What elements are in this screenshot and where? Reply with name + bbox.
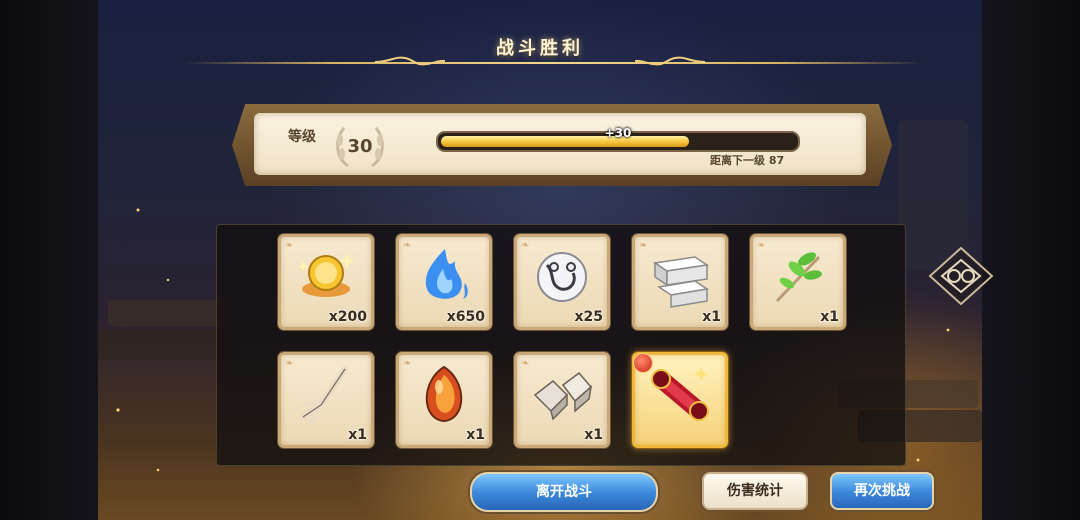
xp-to-next-level: 距离下一级 87 [710,154,785,167]
reward-item-stone-shards[interactable]: ❧ x1 [514,352,610,448]
amber-seed-icon [425,365,463,423]
reward-quantity: x1 [466,427,485,443]
reward-item-crystal-orb[interactable]: ❧ x25 [514,234,610,330]
title-ornament-left [375,56,445,66]
reward-quantity: x25 [574,309,603,325]
page-title: 战斗胜利 [496,38,584,59]
next-arrow-icon[interactable] [926,244,996,308]
retry-challenge-button[interactable]: 再次挑战 [830,472,934,510]
reward-item-blue-flame[interactable]: ❧ x650 [396,234,492,330]
red-scroll-icon [651,367,709,421]
reward-item-gold-coins[interactable]: ❧ x200 [278,234,374,330]
level-label: 等级 [288,129,316,145]
reward-quantity: x1 [702,309,721,325]
blue-flame-icon [425,249,468,299]
level-value: 30 [347,136,373,157]
right-letterbox [982,0,1080,520]
xp-gain-label: +30 [604,126,632,140]
reward-quantity: x650 [446,309,485,325]
crystal-orb-icon [537,252,587,302]
herb-sprig-icon [775,252,822,303]
root-branch-icon [300,366,348,423]
gold-coin-icon [297,253,355,297]
reward-item-herb-sprig[interactable]: ❧ x1 [750,234,846,330]
reward-item-red-scroll[interactable] [632,352,728,448]
reward-item-stone-bricks[interactable]: ❧ x1 [632,234,728,330]
reward-item-amber-seed[interactable]: ❧ x1 [396,352,492,448]
damage-stats-button[interactable]: 伤害统计 [702,472,808,510]
title-ornament-right [635,56,705,66]
stone-shard-icon [533,371,593,421]
leave-battle-button[interactable]: 离开战斗 [470,472,658,512]
reward-item-root-branch[interactable]: ❧ x1 [278,352,374,448]
reward-quantity: x1 [584,427,603,443]
reward-quantity: x1 [820,309,839,325]
reward-quantity: x1 [348,427,367,443]
reward-quantity: x200 [328,309,367,325]
stone-brick-icon [652,256,710,308]
title-divider [185,62,925,64]
left-letterbox [0,0,98,520]
battle-result-screen: 战斗胜利 等级 30 +30 距离下一级 87 ❧ x200 ❧ x650 ❧ … [0,0,1080,520]
